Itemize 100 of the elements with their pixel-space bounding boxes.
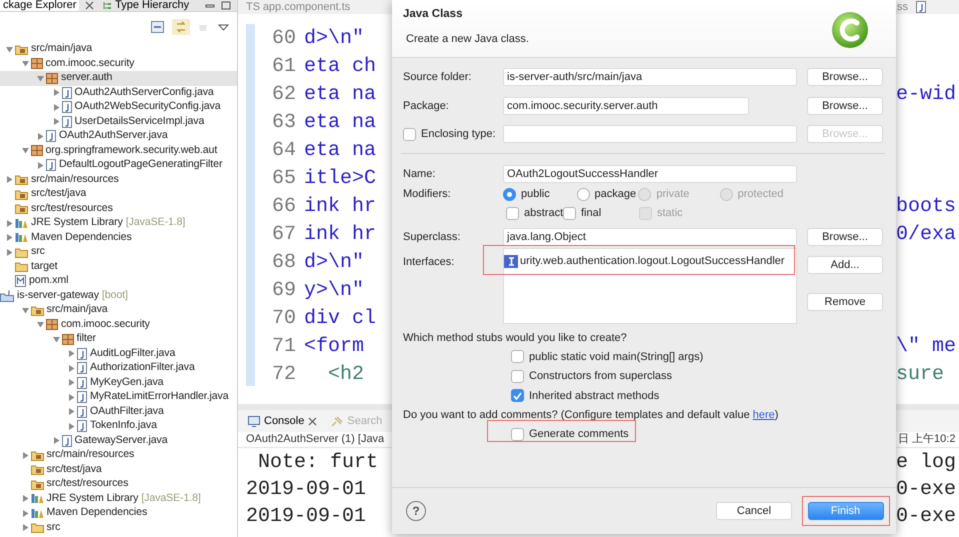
console-tab[interactable]: Console bbox=[248, 412, 318, 430]
tree-item[interactable]: src/main/resources bbox=[0, 448, 237, 462]
tree-item[interactable]: OAuthFilter.java bbox=[0, 404, 237, 419]
tree-item[interactable]: src/main/java bbox=[0, 303, 237, 318]
expanded-arrow-icon[interactable] bbox=[22, 306, 28, 314]
tree-item[interactable]: src bbox=[0, 520, 237, 535]
collapse-all-icon[interactable] bbox=[151, 21, 164, 33]
tree-item[interactable]: src/test/resources bbox=[0, 477, 237, 492]
tree-item[interactable]: AuthorizationFilter.java bbox=[0, 361, 237, 376]
view-menu-icon[interactable] bbox=[218, 24, 229, 30]
collapsed-arrow-icon[interactable] bbox=[37, 132, 44, 140]
expanded-arrow-icon[interactable] bbox=[52, 336, 60, 343]
collapsed-arrow-icon[interactable] bbox=[68, 379, 75, 386]
tree-item[interactable]: DefaultLogoutPageGeneratingFilter bbox=[0, 158, 237, 172]
collapsed-arrow-icon[interactable] bbox=[6, 234, 13, 242]
text-field[interactable]: com.imooc.security.server.auth bbox=[503, 97, 749, 115]
collapsed-arrow-icon[interactable] bbox=[6, 220, 13, 227]
tree-item[interactable]: target bbox=[0, 260, 237, 274]
expanded-arrow-icon[interactable] bbox=[22, 60, 28, 68]
link-editor-icon[interactable] bbox=[172, 19, 190, 35]
checkbox[interactable] bbox=[511, 350, 524, 364]
browse-button[interactable]: Browse... bbox=[807, 97, 883, 115]
tree-item[interactable]: JRE System Library [JavaSE-1.8] bbox=[0, 492, 237, 506]
radio-button[interactable] bbox=[503, 188, 516, 201]
maximize-icon[interactable] bbox=[221, 1, 231, 10]
collapsed-arrow-icon[interactable] bbox=[6, 248, 13, 256]
checkbox[interactable] bbox=[563, 207, 576, 220]
close-icon[interactable] bbox=[85, 1, 94, 10]
text-field[interactable]: is-server-auth/src/main/java bbox=[503, 68, 797, 86]
tree-item[interactable]: pom.xml bbox=[0, 274, 237, 288]
text-field[interactable]: OAuth2LogoutSuccessHandler bbox=[503, 165, 797, 183]
library-icon bbox=[30, 508, 44, 519]
tree-item[interactable]: src/test/java bbox=[0, 462, 237, 477]
minimize-icon[interactable] bbox=[205, 2, 215, 10]
interface-button[interactable]: Remove bbox=[807, 293, 883, 311]
tree-item[interactable]: GatewayServer.java bbox=[0, 434, 237, 448]
text-field[interactable]: java.lang.Object bbox=[503, 228, 797, 246]
tree-item[interactable]: Maven Dependencies bbox=[0, 506, 237, 520]
collapsed-arrow-icon[interactable] bbox=[22, 524, 28, 532]
collapsed-arrow-icon[interactable] bbox=[22, 510, 28, 517]
tree-item[interactable]: is-server-gateway [boot] bbox=[0, 288, 237, 303]
cancel-button[interactable]: Cancel bbox=[716, 502, 792, 520]
collapsed-arrow-icon[interactable] bbox=[68, 408, 75, 416]
expanded-arrow-icon[interactable] bbox=[22, 147, 28, 154]
tree-item[interactable]: UserDetailsServiceImpl.java bbox=[0, 114, 237, 129]
tree-item[interactable]: src bbox=[0, 245, 237, 260]
expanded-arrow-icon[interactable] bbox=[37, 74, 44, 82]
collapsed-arrow-icon[interactable] bbox=[68, 350, 75, 358]
collapsed-arrow-icon[interactable] bbox=[52, 104, 60, 111]
tree-item[interactable]: OAuth2WebSecurityConfig.java bbox=[0, 100, 237, 114]
browse-button[interactable]: Browse... bbox=[807, 68, 883, 86]
radio-button[interactable] bbox=[576, 188, 590, 201]
interface-button[interactable]: Add... bbox=[807, 256, 883, 274]
checkbox[interactable] bbox=[506, 207, 519, 220]
list-item[interactable]: urity.web.authentication.logout.LogoutSuccessHandler bbox=[504, 249, 796, 273]
collapsed-arrow-icon[interactable] bbox=[37, 162, 44, 169]
tree-item[interactable]: Maven Dependencies bbox=[0, 230, 237, 245]
collapsed-arrow-icon[interactable] bbox=[22, 495, 28, 502]
tree-item[interactable]: src/main/java bbox=[0, 42, 237, 56]
tree-item[interactable]: filter bbox=[0, 332, 237, 346]
tree-item[interactable]: OAuth2AuthServer.java bbox=[0, 129, 237, 144]
collapsed-arrow-icon[interactable] bbox=[52, 437, 60, 444]
expanded-arrow-icon[interactable] bbox=[37, 321, 44, 328]
tree-item[interactable]: AuditLogFilter.java bbox=[0, 346, 237, 361]
collapsed-arrow-icon[interactable] bbox=[68, 422, 75, 430]
panel-tab[interactable]: ckage Explorer bbox=[0, 0, 80, 11]
tree-item[interactable]: org.springframework.security.web.aut bbox=[0, 144, 237, 158]
tree-item[interactable]: MyKeyGen.java bbox=[0, 376, 237, 390]
templates-link[interactable]: here bbox=[752, 408, 775, 420]
tree-item[interactable]: com.imooc.security bbox=[0, 318, 237, 332]
source-folder-icon bbox=[15, 203, 28, 214]
collapsed-arrow-icon[interactable] bbox=[68, 394, 75, 401]
checkbox[interactable] bbox=[511, 389, 524, 402]
checkbox[interactable] bbox=[511, 370, 524, 383]
checkbox[interactable] bbox=[403, 128, 416, 140]
tree-item[interactable]: src/test/java bbox=[0, 187, 237, 202]
tree-item[interactable]: JRE System Library [JavaSE-1.8] bbox=[0, 216, 237, 230]
text-field[interactable] bbox=[503, 125, 797, 143]
expanded-arrow-icon[interactable] bbox=[6, 46, 13, 53]
tree-item[interactable]: com.imooc.security bbox=[0, 56, 237, 71]
close-icon[interactable] bbox=[308, 416, 318, 426]
question-text: Which method stubs would you like to create? bbox=[403, 331, 628, 346]
tree-item[interactable]: src/test/resources bbox=[0, 202, 237, 216]
help-button[interactable]: ? bbox=[406, 501, 426, 521]
tree-item[interactable]: MyRateLimitErrorHandler.java bbox=[0, 390, 237, 404]
collapsed-arrow-icon[interactable] bbox=[6, 176, 13, 184]
collapsed-arrow-icon[interactable] bbox=[22, 452, 28, 459]
tree-item[interactable]: src/main/resources bbox=[0, 172, 237, 187]
panel-tab[interactable]: Type Hierarchy bbox=[100, 0, 192, 11]
collapsed-arrow-icon[interactable] bbox=[68, 364, 75, 372]
tree-item[interactable]: OAuth2AuthServerConfig.java bbox=[0, 86, 237, 100]
collapsed-arrow-icon[interactable] bbox=[52, 118, 60, 126]
browse-button[interactable]: Browse... bbox=[807, 228, 883, 246]
interfaces-list[interactable]: urity.web.authentication.logout.LogoutSuccessHandler bbox=[503, 248, 797, 324]
tree-item[interactable]: TokenInfo.java bbox=[0, 419, 237, 434]
tree-item[interactable]: server.auth bbox=[0, 71, 237, 86]
collapsed-arrow-icon[interactable] bbox=[52, 89, 60, 96]
checkbox[interactable] bbox=[511, 428, 524, 441]
console-text: 0-exe bbox=[896, 477, 956, 503]
source-folder-icon bbox=[15, 44, 28, 55]
